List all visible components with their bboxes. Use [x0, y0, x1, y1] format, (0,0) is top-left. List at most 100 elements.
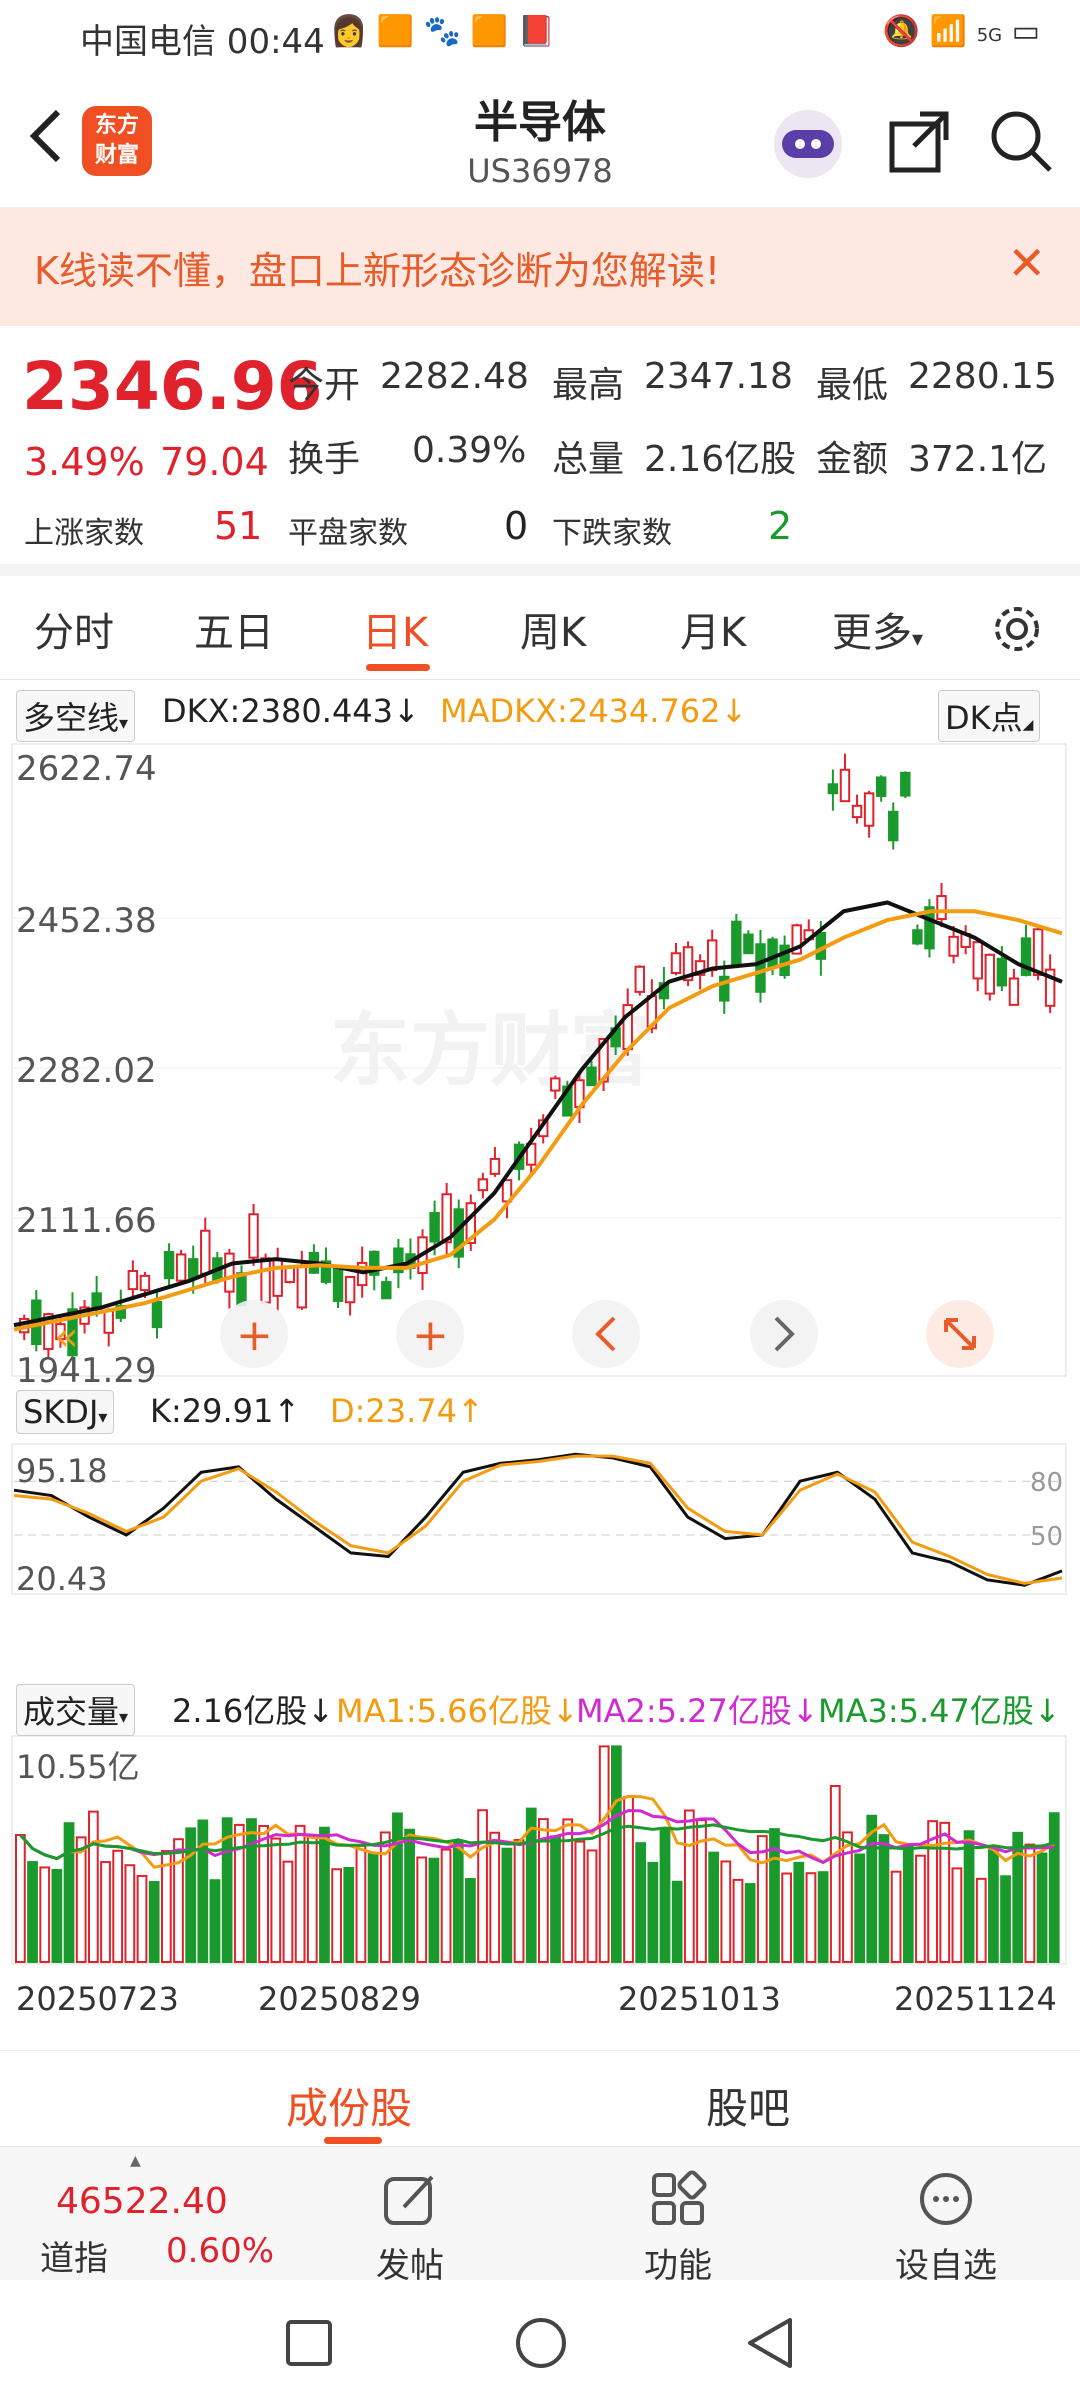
volume-bar [854, 1853, 865, 1963]
volume-bar [160, 1850, 172, 1964]
minus-icon: + [236, 1310, 273, 1361]
volume-bar [708, 1851, 720, 1964]
skdj-y-ticks: 95.18 20.43 [16, 1452, 108, 1598]
candle-body [224, 1252, 235, 1293]
candle-body [912, 929, 923, 945]
zoom-in-button[interactable]: + [396, 1300, 464, 1368]
candle-body [381, 1281, 392, 1300]
candle-body [875, 776, 887, 797]
dk-point-button[interactable]: DK点◢ [938, 690, 1041, 742]
volume-bar [331, 1868, 342, 1963]
active-subtab-indicator [324, 2137, 382, 2144]
home-button[interactable] [514, 2316, 568, 2370]
volume-bar [63, 1822, 75, 1964]
volume-bar [367, 1852, 379, 1963]
index-percent: 0.60% [166, 2231, 275, 2271]
search-button[interactable] [986, 106, 1056, 176]
candle-body [731, 920, 742, 966]
volume-bar [659, 1828, 671, 1963]
add-favorite-button[interactable]: 设自选 [886, 2169, 1006, 2287]
volume-bar [756, 1835, 768, 1964]
flat-count: 0 [504, 504, 529, 548]
main-indicator-selector[interactable]: 多空线▾ [16, 690, 136, 742]
volume-bar [343, 1866, 355, 1964]
system-icons: 🔕 📶 5G ▭ [883, 14, 1040, 49]
candle-body [743, 933, 754, 955]
volume-bar [866, 1814, 878, 1963]
skdj-k-line [13, 1452, 1063, 1587]
dropdown-icon: ▾ [119, 713, 129, 734]
volume-bar [1048, 1812, 1060, 1963]
turnover-label: 换手 [288, 439, 361, 480]
move-left-button[interactable] [572, 1300, 640, 1368]
candle-body [187, 1258, 199, 1280]
volume-value: 2.16亿股 [644, 439, 797, 480]
post-button[interactable]: 发帖 [360, 2169, 460, 2287]
kline-chart[interactable]: 东方财富 2622.742452.382282.022111.661941.29… [0, 738, 1080, 1978]
tab-weekly-k[interactable]: 周K [520, 600, 586, 658]
volume-bar [720, 1860, 732, 1963]
active-tab-indicator [366, 664, 430, 671]
recent-apps-button[interactable] [284, 2318, 334, 2368]
volume-bar [27, 1861, 38, 1963]
tab-daily-k[interactable]: 日K [362, 600, 428, 658]
corner-arrow-icon: ◢ [1022, 717, 1034, 733]
candle-body [1032, 928, 1044, 976]
volume-value: 2.16亿股↓ [172, 1692, 335, 1730]
tab-constituents[interactable]: 成份股 [286, 2075, 412, 2136]
quote-panel: 2346.96 3.49% 79.04 今开 2282.48 最高 2347.1… [0, 326, 1080, 576]
tab-intraday[interactable]: 分时 [34, 600, 114, 658]
volume-bar [100, 1861, 111, 1963]
promo-banner[interactable]: K线读不懂，盘口上新形态诊断为您解读! ✕ [0, 208, 1080, 326]
volume-bar [355, 1844, 367, 1963]
scroll-left-button[interactable]: « [54, 1314, 78, 1360]
status-carrier-time: 中国电信 00:44 [80, 22, 325, 62]
dkx-value: DKX:2380.443↓ [162, 692, 420, 730]
volume-selector[interactable]: 成交量▾ [16, 1684, 136, 1736]
candle-body [127, 1269, 139, 1291]
change-percent: 3.49% [24, 440, 145, 484]
candle-body [1008, 977, 1020, 1006]
candle-body [296, 1264, 308, 1309]
up-count-label: 上涨家数 [24, 516, 144, 551]
skdj-selector[interactable]: SKDJ▾ [16, 1390, 115, 1434]
volume-bar [975, 1877, 987, 1964]
back-nav-button[interactable] [744, 2316, 798, 2370]
fullscreen-button[interactable] [926, 1300, 994, 1368]
chart-settings-button[interactable] [990, 602, 1044, 660]
skdj-d-value: D:23.74↑ [330, 1392, 484, 1430]
volume-bar [319, 1826, 330, 1963]
volume-name: 成交量 [23, 1693, 120, 1731]
y-tick-label: 1941.29 [16, 1351, 157, 1391]
banner-close-button[interactable]: ✕ [1007, 236, 1046, 290]
y-tick-label: 10.55亿 [16, 1748, 140, 1786]
y-tick-label: 20.43 [16, 1560, 108, 1598]
tab-monthly-k[interactable]: 月K [680, 600, 746, 658]
banner-text: K线读不懂，盘口上新形态诊断为您解读! [34, 249, 721, 293]
volume-bar [282, 1860, 294, 1963]
turnover-value: 0.39% [412, 430, 527, 471]
candle-body [332, 1266, 344, 1302]
volume-bar [574, 1840, 586, 1963]
share-button[interactable] [884, 106, 954, 176]
volume-bar [136, 1874, 148, 1963]
volume-bar [465, 1878, 476, 1964]
tab-forum[interactable]: 股吧 [706, 2075, 790, 2136]
volume-bar [173, 1838, 184, 1963]
functions-button[interactable]: 功能 [628, 2169, 728, 2287]
candle-body [344, 1276, 356, 1304]
volume-bar [817, 1871, 829, 1963]
candle-body [851, 804, 863, 819]
volume-bar [51, 1868, 63, 1963]
volume-bar [404, 1828, 415, 1964]
assistant-robot-button[interactable] [770, 106, 842, 178]
tab-more[interactable]: 更多▾ [832, 600, 923, 658]
volume-bar [489, 1831, 501, 1964]
current-price: 2346.96 [22, 348, 323, 425]
tab-five-day[interactable]: 五日 [194, 600, 274, 658]
grid-icon [652, 2170, 707, 2225]
zoom-out-button[interactable]: + [220, 1300, 288, 1368]
candle-body [441, 1193, 452, 1244]
low-label: 最低 [816, 365, 889, 406]
move-right-button[interactable] [750, 1300, 818, 1368]
